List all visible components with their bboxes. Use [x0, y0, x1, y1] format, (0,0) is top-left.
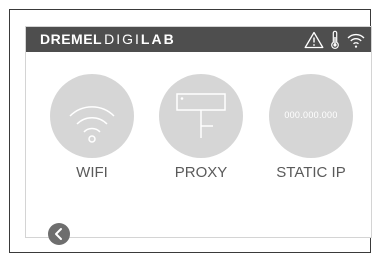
top-bar: DREMEL DIGILAB — [26, 27, 371, 52]
proxy-button[interactable] — [159, 74, 243, 158]
proxy-icon — [176, 93, 226, 138]
wifi-label: WIFI — [76, 164, 108, 181]
proxy-label: PROXY — [174, 164, 228, 181]
back-button[interactable] — [48, 223, 70, 245]
brand-logo-part3: LAB — [140, 31, 176, 47]
status-icons — [304, 29, 366, 50]
warning-icon[interactable] — [304, 31, 324, 49]
ip-address-icon: 000.000.000 — [284, 110, 338, 120]
wifi-button[interactable] — [50, 74, 134, 158]
brand-logo: DREMEL DIGILAB — [40, 31, 176, 48]
static-ip-label: STATIC IP — [276, 164, 346, 181]
wifi-icon — [69, 106, 115, 143]
back-arrow-icon — [55, 228, 62, 240]
touch-screen: DREMEL DIGILAB WIFI PROXY 000.000.000 ST… — [25, 26, 372, 245]
brand-logo-part1: DREMEL — [40, 31, 103, 47]
wifi-signal-icon[interactable] — [346, 31, 366, 49]
static-ip-button[interactable]: 000.000.000 — [269, 74, 353, 158]
thermometer-icon[interactable] — [330, 30, 340, 50]
brand-logo-part2: DIGI — [104, 31, 141, 47]
device-frame: DREMEL DIGILAB WIFI PROXY 000.000.000 ST… — [9, 9, 372, 253]
